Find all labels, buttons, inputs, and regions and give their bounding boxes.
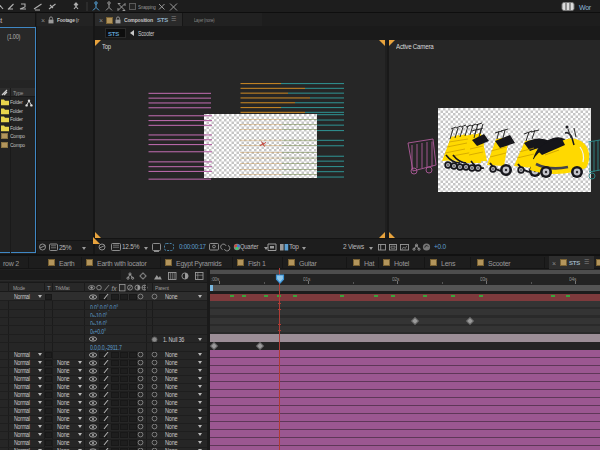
svg-text:fx: fx	[112, 285, 118, 292]
